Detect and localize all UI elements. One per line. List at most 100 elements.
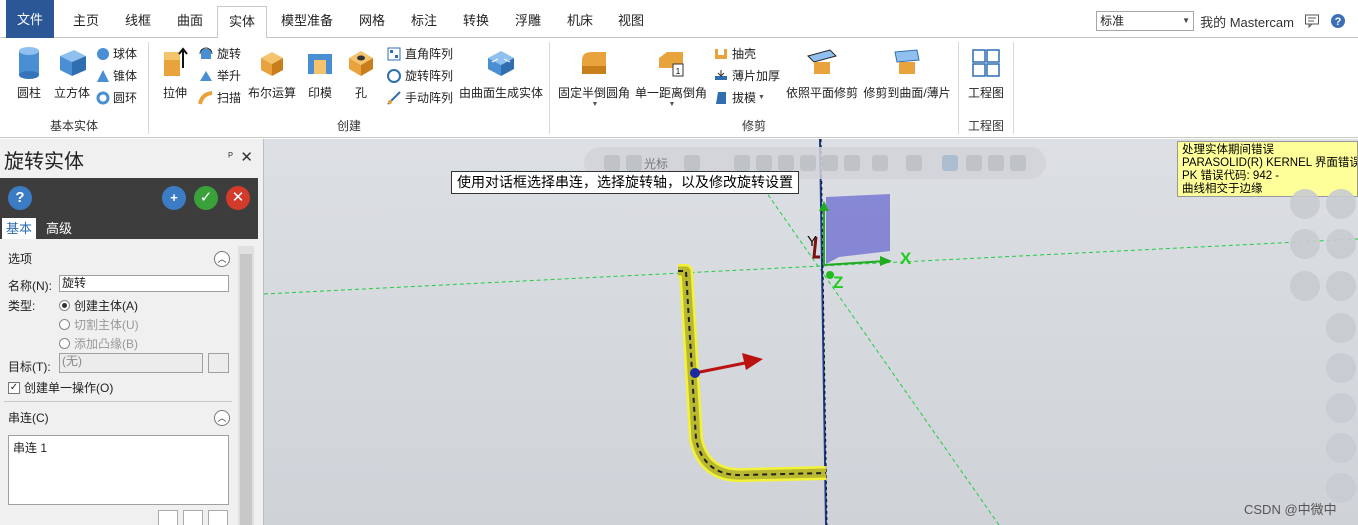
remove-chain-button[interactable] <box>208 510 228 525</box>
tab-solids[interactable]: 实体 <box>217 6 267 39</box>
tab-transform[interactable]: 转换 <box>452 6 500 38</box>
face-select-icon[interactable] <box>800 155 816 171</box>
cancel-button[interactable]: ✕ <box>226 186 250 210</box>
view-cube-icon[interactable] <box>1326 433 1356 463</box>
style-select[interactable]: 标准 ▼ <box>1096 11 1195 31</box>
graphics-viewport[interactable]: X Y Z 光标 使用对话框选择串连，选择旋转轴，以及修改旋转设置 处理实体期间… <box>264 139 1358 525</box>
measure-icon[interactable] <box>1326 353 1356 383</box>
tab-annotate[interactable]: 标注 <box>400 6 448 38</box>
torus-button[interactable]: 圆环 <box>96 88 137 108</box>
add-chain-button[interactable] <box>183 510 203 525</box>
area-select-icon[interactable] <box>988 155 1004 171</box>
pin-icon[interactable]: ᴾ <box>228 151 233 163</box>
single-select-icon[interactable] <box>966 155 982 171</box>
target-field[interactable]: (无) <box>59 353 203 373</box>
help-icon[interactable]: ? <box>1330 13 1346 29</box>
revolve-button[interactable]: 旋转 <box>198 44 241 64</box>
tab-home[interactable]: 主页 <box>62 6 110 38</box>
chevron-down-icon[interactable]: ▼ <box>559 101 631 108</box>
trim-surface-icon <box>894 49 920 74</box>
watermark: CSDN @中微中 <box>1244 502 1337 517</box>
layers-icon[interactable] <box>1290 189 1320 219</box>
shell-button[interactable]: 抽壳 <box>713 44 756 64</box>
collapse-icon[interactable]: ︿ <box>214 410 230 426</box>
sweep-button[interactable]: 扫描 <box>198 88 241 108</box>
tab-surfaces[interactable]: 曲面 <box>166 6 214 38</box>
tab-view[interactable]: 视图 <box>607 6 655 38</box>
cube-icon[interactable] <box>1326 313 1356 343</box>
cylinder-button[interactable]: 圆柱 <box>12 46 46 101</box>
trim-to-plane-button[interactable]: 依照平面修剪 <box>786 46 858 101</box>
gear-icon[interactable] <box>1290 229 1320 259</box>
select-icon[interactable] <box>734 155 750 171</box>
axis-icon[interactable] <box>1326 189 1356 219</box>
close-icon[interactable]: ✕ <box>240 148 253 166</box>
tab-wireframe[interactable]: 线框 <box>114 6 162 38</box>
eraser-icon[interactable] <box>1326 393 1356 423</box>
type-add-boss-radio[interactable]: 添加凸缘(B) <box>59 335 138 352</box>
no-entry-icon[interactable] <box>1290 271 1320 301</box>
solid-select-icon[interactable] <box>778 155 794 171</box>
drawing-button[interactable]: 工程图 <box>964 46 1008 101</box>
wireframe-select-icon[interactable] <box>756 155 772 171</box>
name-input[interactable]: 旋转 <box>59 275 229 292</box>
trim-to-surface-button[interactable]: 修剪到曲面/薄片 <box>862 46 952 101</box>
tab-relief[interactable]: 浮雕 <box>504 6 552 38</box>
options-section-header[interactable]: 选项 ︿ <box>4 248 232 270</box>
xyz-icon[interactable] <box>684 155 700 171</box>
manual-pattern-button[interactable]: 手动阵列 <box>386 88 453 108</box>
thicken-button[interactable]: 薄片加厚 <box>713 66 780 86</box>
tab-basic[interactable]: 基本 <box>2 218 37 239</box>
chevron-down-icon[interactable]: ▼ <box>758 88 765 108</box>
type-cut-body-radio[interactable]: 切割主体(U) <box>59 316 139 333</box>
ok-button[interactable]: ✓ <box>194 186 218 210</box>
edge-select-icon[interactable] <box>822 155 838 171</box>
tab-mesh[interactable]: 网格 <box>348 6 396 38</box>
feedback-icon[interactable] <box>1304 13 1320 29</box>
undo-select-icon[interactable] <box>1010 155 1026 171</box>
impression-button[interactable]: 印模 <box>303 46 337 101</box>
hole-button[interactable]: 孔 <box>344 46 378 101</box>
type-create-body-radio[interactable]: 创建主体(A) <box>59 297 138 314</box>
draft-label: 拔模 <box>732 91 757 105</box>
cursor-icon[interactable] <box>626 155 642 171</box>
rotate-icon[interactable] <box>1326 229 1356 259</box>
select-target-button[interactable] <box>208 353 229 373</box>
chevron-down-icon[interactable]: ▼ <box>636 101 708 108</box>
rot-pattern-button[interactable]: 旋转阵列 <box>386 66 453 86</box>
selection-mode[interactable]: 光标 <box>644 155 668 172</box>
single-operation-checkbox[interactable]: ✓ 创建单一操作(O) <box>8 379 113 396</box>
constant-fillet-button[interactable]: 固定半倒圆角 ▼ <box>557 46 631 108</box>
reverse-chain-button[interactable] <box>158 510 178 525</box>
my-mastercam-link[interactable]: 我的 Mastercam <box>1200 12 1294 31</box>
solid-from-surfaces-button[interactable]: 由曲面生成实体 <box>458 46 544 101</box>
tab-machine[interactable]: 机床 <box>556 6 604 38</box>
type-label: 类型: <box>8 299 36 313</box>
tab-model-prep[interactable]: 模型准备 <box>274 6 340 38</box>
tab-advanced[interactable]: 高级 <box>42 218 76 239</box>
extrude-button[interactable]: 拉伸 <box>158 46 192 101</box>
list-item[interactable]: 串连 1 <box>13 439 224 456</box>
body-select-icon[interactable] <box>844 155 860 171</box>
chamfer-button[interactable]: 1 单一距离倒角 ▼ <box>634 46 708 108</box>
ok-and-create-new-button[interactable]: + <box>162 186 186 210</box>
scrollbar-thumb[interactable] <box>240 254 252 525</box>
window-select-icon[interactable] <box>906 155 922 171</box>
rect-pattern-button[interactable]: 直角阵列 <box>386 44 453 64</box>
loft-button[interactable]: 举升 <box>198 66 241 86</box>
curve-icon[interactable] <box>1326 271 1356 301</box>
panel-scrollbar[interactable] <box>238 246 254 525</box>
help-icon[interactable]: ? <box>8 186 32 210</box>
sphere-button[interactable]: 球体 <box>96 44 137 64</box>
boolean-button[interactable]: 布尔运算 <box>246 46 298 101</box>
box-button[interactable]: 立方体 <box>52 46 92 101</box>
cone-button[interactable]: 锥体 <box>96 66 137 86</box>
chains-section-header[interactable]: 串连(C) ︿ <box>4 407 232 429</box>
verify-icon[interactable] <box>872 155 888 171</box>
chain-select-icon[interactable] <box>942 155 958 171</box>
draft-button[interactable]: 拔模 ▼ <box>713 88 765 108</box>
collapse-icon[interactable]: ︿ <box>214 251 230 267</box>
tab-file[interactable]: 文件 <box>6 0 54 38</box>
lock-icon[interactable] <box>604 155 620 171</box>
chain-list[interactable]: 串连 1 <box>8 435 229 505</box>
